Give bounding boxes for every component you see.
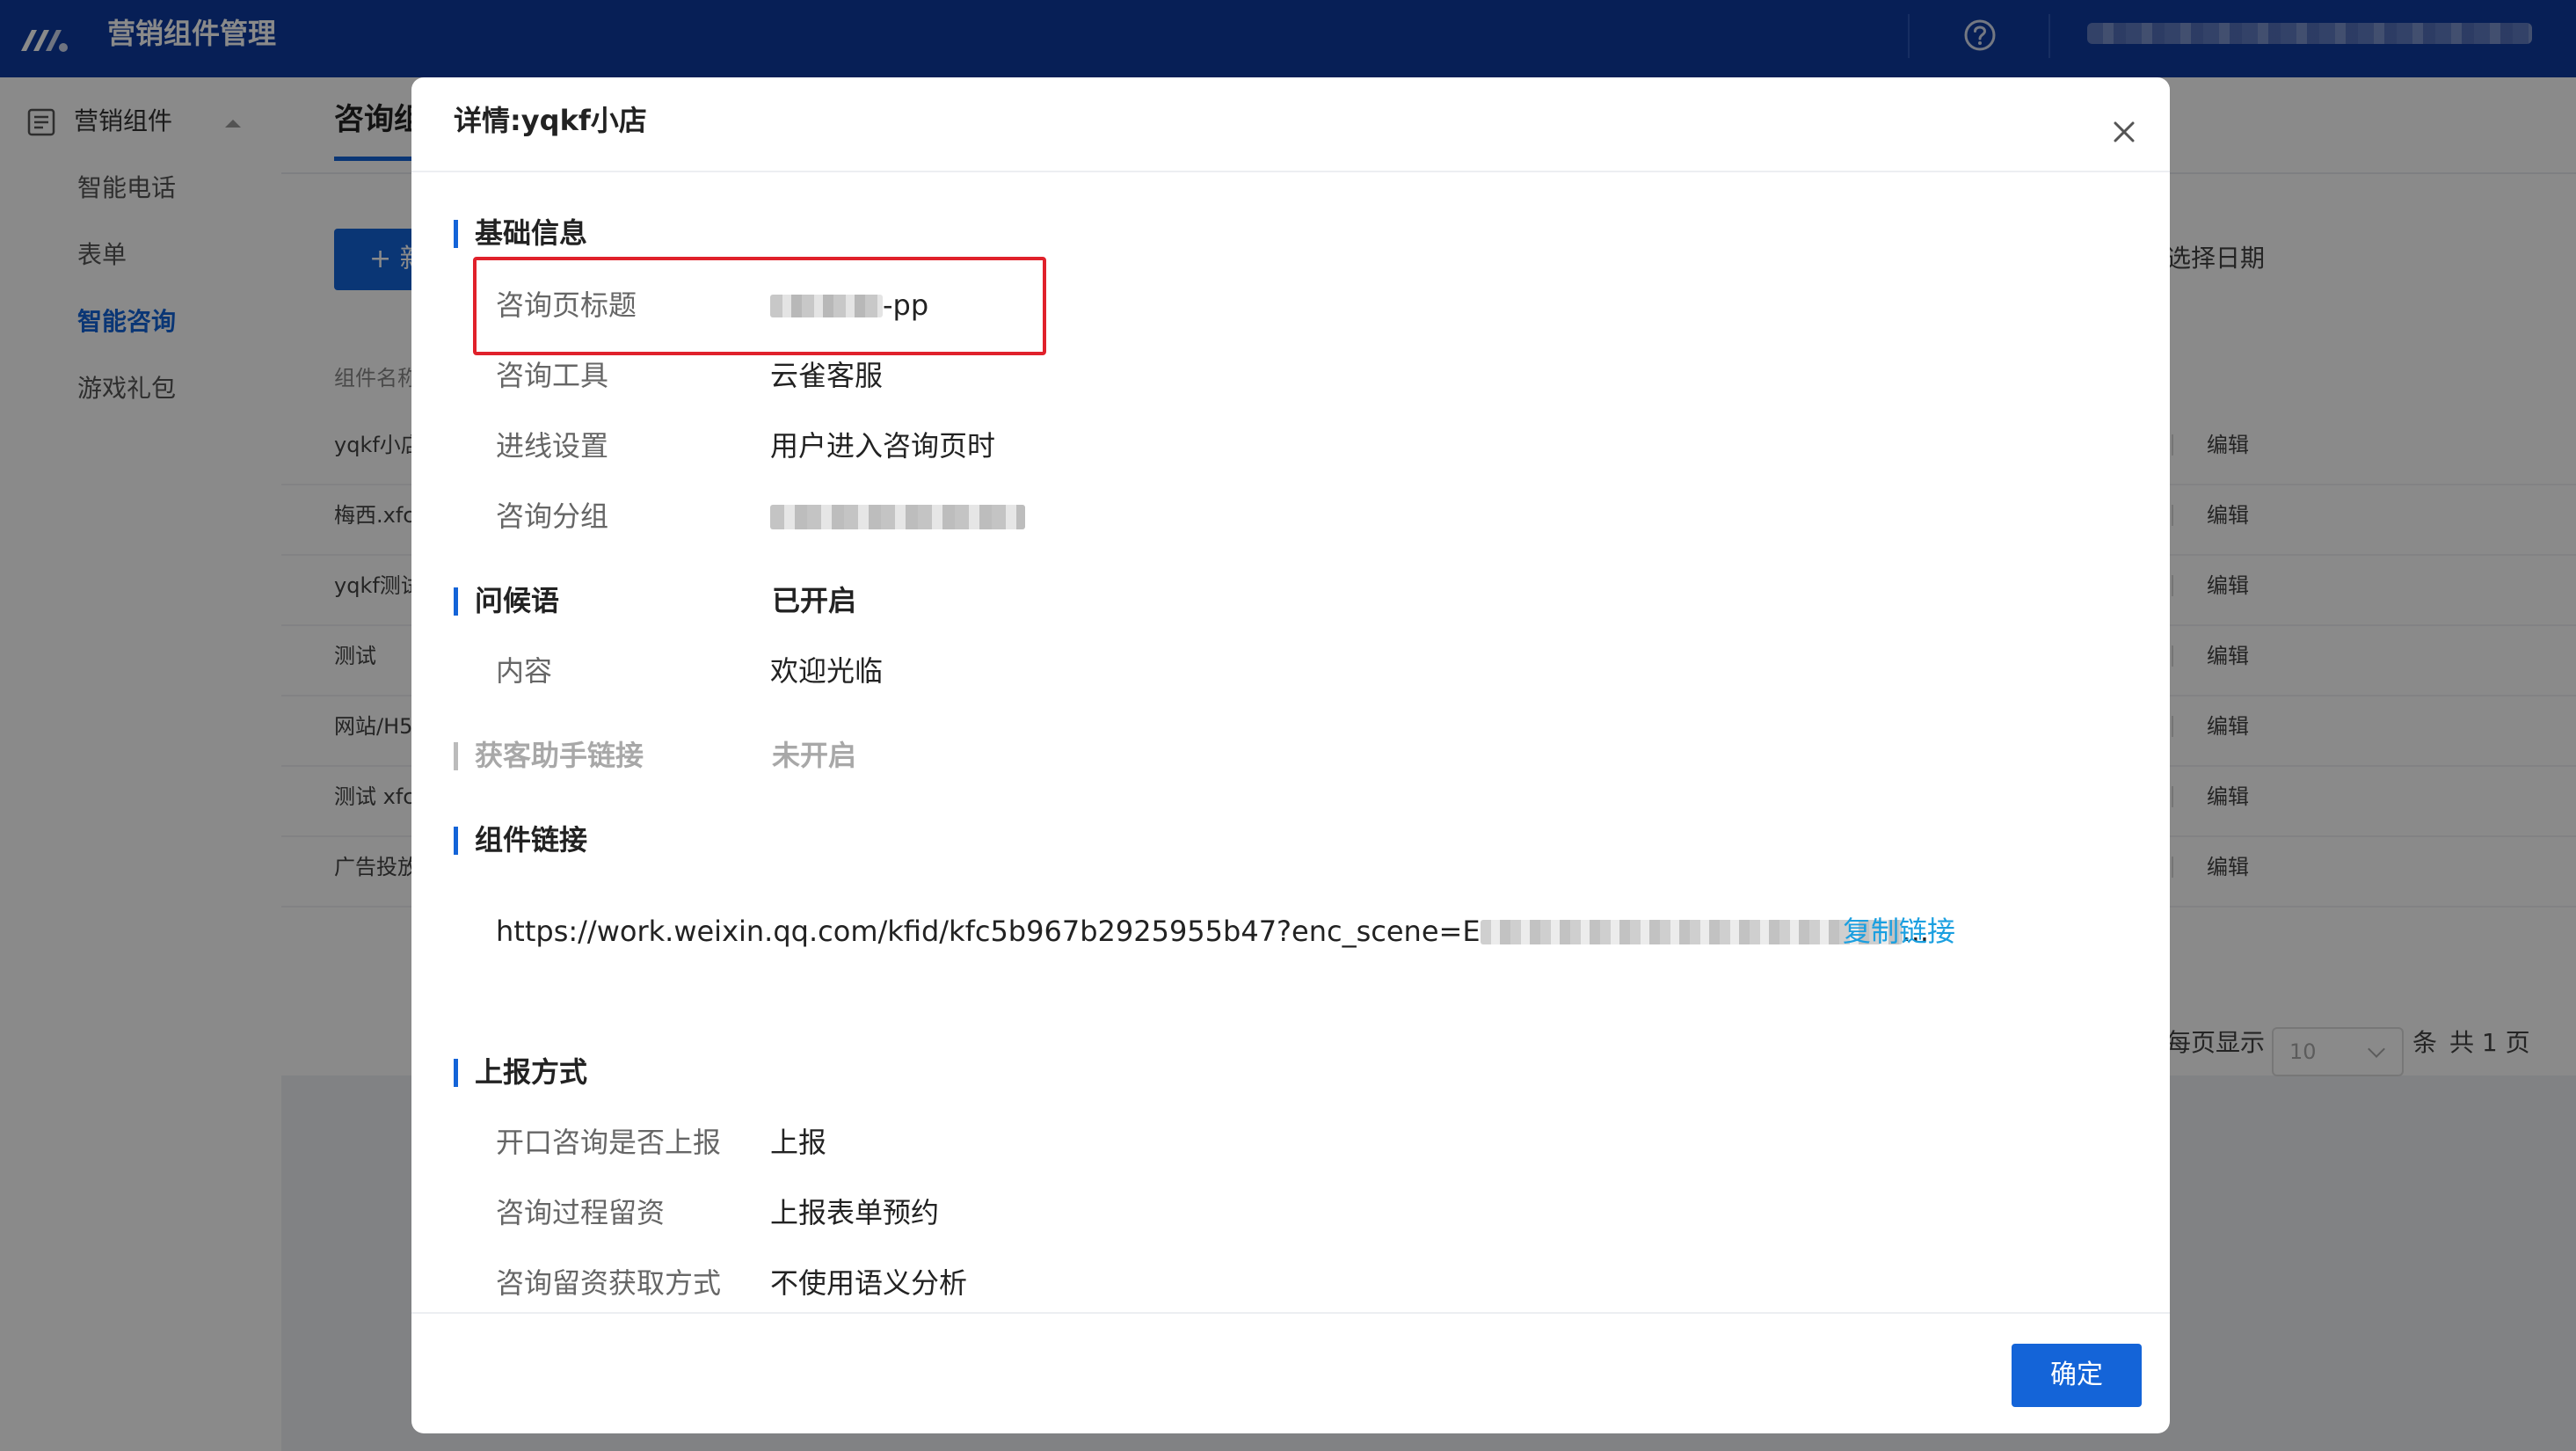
section-title: 基础信息 (475, 216, 588, 250)
field-value-content: 欢迎光临 (770, 654, 884, 688)
field-label-content: 内容 (496, 654, 553, 688)
field-label-page-title: 咨询页标题 (496, 288, 637, 322)
section-title: 组件链接 (475, 823, 588, 857)
section-marker (454, 1059, 458, 1087)
redacted-text (770, 295, 883, 317)
close-icon[interactable] (2105, 113, 2143, 151)
field-value-group (770, 496, 1025, 536)
field-label-lead-method: 咨询留资获取方式 (496, 1266, 722, 1300)
copy-link-button[interactable]: 复制链接 (1843, 911, 1955, 952)
assistant-status: 未开启 (772, 739, 857, 772)
section-marker (454, 827, 458, 855)
field-label-report-open: 开口咨询是否上报 (496, 1126, 722, 1159)
field-label-lead-capture: 咨询过程留资 (496, 1196, 666, 1229)
modal-title: 详情:yqkf小店 (454, 104, 647, 137)
section-title: 上报方式 (475, 1055, 588, 1089)
field-value-tool: 云雀客服 (770, 359, 884, 392)
divider (411, 171, 2170, 172)
section-marker (454, 587, 458, 616)
component-url-visible: https://work.weixin.qq.com/kfid/kfc5b967… (496, 915, 1481, 948)
field-label-tool: 咨询工具 (496, 359, 609, 392)
component-url: https://work.weixin.qq.com/kfid/kfc5b967… (496, 911, 1929, 952)
section-title: 获客助手链接 (475, 739, 644, 772)
confirm-button[interactable]: 确定 (2012, 1344, 2142, 1407)
section-marker (454, 220, 458, 248)
field-value-page-title: -pp (770, 285, 928, 325)
redacted-text (770, 505, 1025, 529)
field-value-lead-method: 不使用语义分析 (770, 1266, 968, 1300)
section-title: 问候语 (475, 584, 560, 617)
detail-modal: 详情:yqkf小店 基础信息 咨询页标题 -pp 咨询工具 云雀客服 进线设置 … (411, 77, 2170, 1433)
field-value-routing: 用户进入咨询页时 (770, 429, 996, 463)
field-value-suffix: -pp (883, 288, 929, 322)
section-marker (454, 742, 458, 770)
field-value-lead-capture: 上报表单预约 (770, 1196, 940, 1229)
field-label-routing: 进线设置 (496, 429, 609, 463)
greeting-status: 已开启 (772, 584, 857, 617)
redacted-text (1480, 920, 1903, 944)
field-value-report-open: 上报 (770, 1126, 827, 1159)
field-label-group: 咨询分组 (496, 499, 609, 533)
divider (411, 1312, 2170, 1314)
